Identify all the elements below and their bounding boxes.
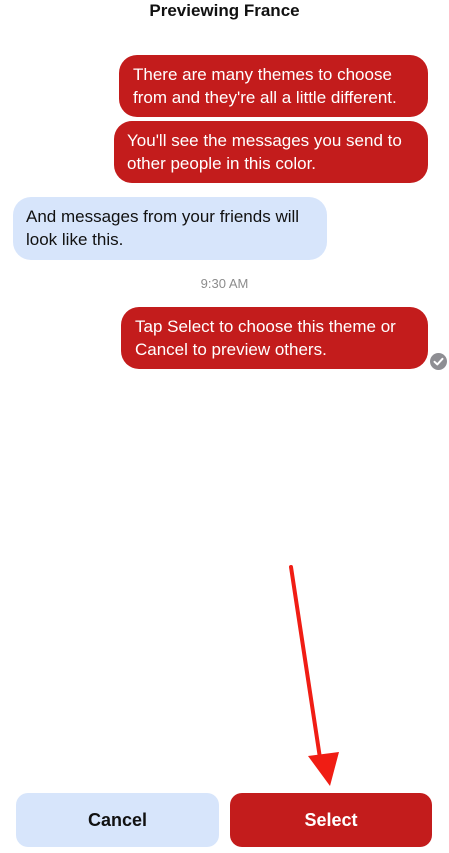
message-line: from and they're all a little different.	[133, 88, 397, 107]
message-line: There are many themes to choose	[133, 65, 392, 84]
select-button[interactable]: Select	[230, 793, 432, 847]
outgoing-message-bubble: You'll see the messages you send to othe…	[114, 121, 428, 183]
incoming-message-bubble: And messages from your friends will look…	[13, 197, 327, 260]
outgoing-message-bubble: There are many themes to choose from and…	[119, 55, 428, 117]
message-line: Cancel to preview others.	[135, 340, 327, 359]
checkmark-circle-icon	[430, 353, 447, 370]
message-line: look like this.	[26, 230, 124, 249]
message-line: other people in this color.	[127, 154, 317, 173]
outgoing-message-bubble: Tap Select to choose this theme or Cance…	[121, 307, 428, 369]
message-line: You'll see the messages you send to	[127, 131, 402, 150]
page-title: Previewing France	[149, 1, 300, 20]
message-line: Tap Select to choose this theme or	[135, 317, 396, 336]
message-line: And messages from your friends will	[26, 207, 300, 226]
message-timestamp: 9:30 AM	[200, 276, 249, 291]
cancel-button[interactable]: Cancel	[16, 793, 219, 847]
